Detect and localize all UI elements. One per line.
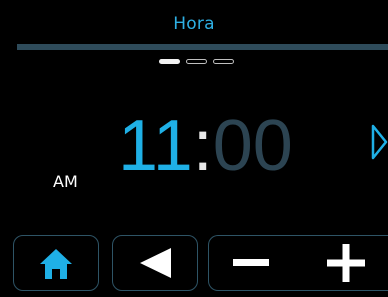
- plus-icon: [327, 244, 365, 282]
- minute-value[interactable]: 00: [213, 106, 293, 186]
- page-dot-1: [159, 59, 180, 64]
- page-indicator: [159, 59, 234, 64]
- time-display: 11:00: [118, 108, 293, 184]
- page-dot-3: [213, 59, 234, 64]
- title-divider: [17, 44, 388, 50]
- screen-title: Hora: [173, 14, 215, 34]
- hour-value[interactable]: 11: [118, 106, 193, 186]
- right-triangle-icon: [371, 124, 388, 160]
- am-pm-label[interactable]: AM: [53, 172, 78, 191]
- home-icon: [40, 249, 72, 279]
- adjust-buttons: [208, 235, 388, 291]
- left-triangle-icon: [140, 248, 171, 278]
- back-button[interactable]: [112, 235, 198, 291]
- next-field-arrow[interactable]: [371, 124, 388, 164]
- time-separator: :: [192, 106, 213, 186]
- increment-button[interactable]: [309, 236, 388, 290]
- home-button[interactable]: [13, 235, 99, 291]
- decrement-button[interactable]: [209, 236, 297, 290]
- page-dot-2: [186, 59, 207, 64]
- minus-icon: [233, 259, 269, 266]
